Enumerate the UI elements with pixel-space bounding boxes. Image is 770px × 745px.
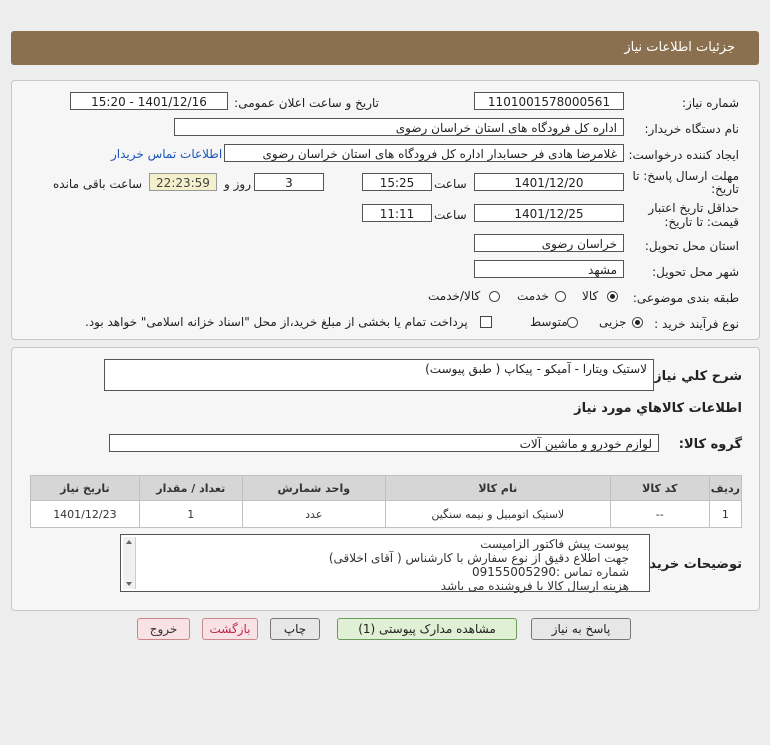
- need-details-panel: شرح کلي نياز: لاستیک ویتارا - آمیکو - پی…: [11, 347, 760, 611]
- page-title: جزئیات اطلاعات نیاز: [624, 40, 735, 55]
- col-qty: تعداد / مقدار: [138, 475, 243, 501]
- notes-scrollbar[interactable]: [123, 537, 136, 589]
- cell-code: --: [609, 500, 710, 528]
- note-line: پیوست پیش فاکتور الزامیست: [480, 537, 629, 551]
- buyer-org-field[interactable]: اداره کل فرودگاه های استان خراسان رضوی: [174, 118, 624, 136]
- deadline-date-field[interactable]: 1401/12/20: [474, 173, 624, 191]
- col-unit: واحد شمارش: [241, 475, 386, 501]
- remaining-time-label: ساعت باقی مانده: [53, 177, 143, 191]
- scroll-up-arrow-icon[interactable]: [126, 540, 132, 544]
- cell-date: 1401/12/23: [30, 500, 140, 528]
- announce-field[interactable]: 1401/12/16 - 15:20: [70, 92, 228, 110]
- deadline-label-date: تاریخ:: [711, 182, 739, 196]
- deadline-time-field[interactable]: 15:25: [362, 173, 432, 191]
- announce-label: تاریخ و ساعت اعلان عمومی:: [234, 96, 379, 110]
- buyer-contact-link[interactable]: اطلاعات تماس خریدار: [111, 147, 222, 161]
- days-field[interactable]: 3: [254, 173, 324, 191]
- summary-field[interactable]: لاستیک ویتارا - آمیکو - پیکاپ ( طبق پیوس…: [104, 359, 654, 391]
- scroll-down-arrow-icon[interactable]: [126, 582, 132, 586]
- group-field[interactable]: لوازم خودرو و ماشین آلات: [109, 434, 659, 452]
- validity-label-date: قیمت: تا تاریخ:: [664, 215, 739, 229]
- province-field[interactable]: خراسان رضوی: [474, 234, 624, 252]
- buyer-org-label: نام دستگاه خریدار:: [644, 122, 740, 136]
- remaining-time-field: 22:23:59: [149, 173, 217, 191]
- cell-qty: 1: [138, 500, 243, 528]
- city-field[interactable]: مشهد: [474, 260, 624, 278]
- process-radio-medium[interactable]: [567, 317, 578, 328]
- process-option-medium: متوسط: [530, 315, 568, 329]
- category-radio-goods[interactable]: [607, 291, 618, 302]
- cell-unit: عدد: [241, 500, 386, 528]
- category-label: طبقه بندی موضوعی:: [632, 291, 739, 305]
- days-label: روز و: [224, 177, 251, 191]
- category-radio-goods-service[interactable]: [489, 291, 500, 302]
- exit-button[interactable]: خروج: [137, 618, 190, 640]
- validity-label: حداقل تاریخ اعتبار: [648, 201, 739, 215]
- buyer-notes[interactable]: پیوست پیش فاکتور الزامیست جهت اطلاع دقیق…: [120, 534, 650, 593]
- category-option-goods: کالا: [582, 289, 599, 303]
- table-header-row: ردیف کد کالا نام کالا واحد شمارش تعداد /…: [30, 475, 743, 501]
- col-date: تاریخ نیاز: [30, 475, 140, 501]
- treasury-payment-note: پرداخت تمام یا بخشی از مبلغ خرید،از محل …: [85, 315, 468, 329]
- validity-time-label: ساعت: [434, 208, 467, 222]
- deadline-label: مهلت ارسال پاسخ: تا: [632, 169, 739, 183]
- category-option-service: خدمت: [517, 289, 549, 303]
- table-row[interactable]: 1 -- لاستیک اتومبیل و نیمه سنگین عدد 1 1…: [30, 500, 743, 528]
- col-row: ردیف: [708, 475, 743, 501]
- summary-label: شرح کلي نياز:: [648, 369, 742, 384]
- validity-time-field[interactable]: 11:11: [362, 204, 432, 222]
- need-number-field[interactable]: 1101001578000561: [474, 92, 624, 110]
- deadline-time-label: ساعت: [434, 177, 467, 191]
- print-button[interactable]: چاپ: [270, 618, 320, 640]
- items-heading: اطلاعات کالاهاي مورد نياز: [574, 401, 742, 416]
- treasury-payment-checkbox[interactable]: [480, 316, 492, 328]
- note-line: جهت اطلاع دقیق از نوع سفارش با کارشناس (…: [328, 551, 629, 565]
- cell-row: 1: [708, 500, 743, 528]
- note-line: شماره تماس :09155005290: [472, 565, 629, 579]
- validity-date-field[interactable]: 1401/12/25: [474, 204, 624, 222]
- note-line: هزینه ارسال کالا با فروشنده می باشد: [440, 579, 629, 593]
- items-table: ردیف کد کالا نام کالا واحد شمارش تعداد /…: [30, 475, 743, 528]
- province-label: استان محل تحویل:: [644, 239, 739, 253]
- process-option-minor: جزیی: [599, 315, 627, 329]
- group-label: گروه کالا:: [678, 437, 742, 452]
- col-code: کد کالا: [609, 475, 710, 501]
- col-name: نام کالا: [384, 475, 611, 501]
- need-info-panel: شماره نیاز: 1101001578000561 تاریخ و ساع…: [11, 80, 760, 340]
- process-radio-minor[interactable]: [632, 317, 643, 328]
- need-number-label: شماره نیاز:: [682, 96, 739, 110]
- cell-name: لاستیک اتومبیل و نیمه سنگین: [384, 500, 611, 528]
- category-radio-service[interactable]: [555, 291, 566, 302]
- category-option-goods-service: کالا/خدمت: [428, 289, 481, 303]
- reply-button[interactable]: پاسخ به نیاز: [531, 618, 631, 640]
- back-button[interactable]: بازگشت: [202, 618, 258, 640]
- page-header: جزئیات اطلاعات نیاز: [11, 31, 759, 65]
- requester-label: ایجاد کننده درخواست:: [628, 148, 739, 162]
- process-label: نوع فرآیند خرید :: [654, 317, 739, 331]
- requester-field[interactable]: غلامرضا هادی فر حسابدار اداره کل فرودگاه…: [224, 144, 624, 162]
- view-attachments-button[interactable]: مشاهده مدارک پیوستی (1): [337, 618, 517, 640]
- city-label: شهر محل تحویل:: [652, 265, 739, 279]
